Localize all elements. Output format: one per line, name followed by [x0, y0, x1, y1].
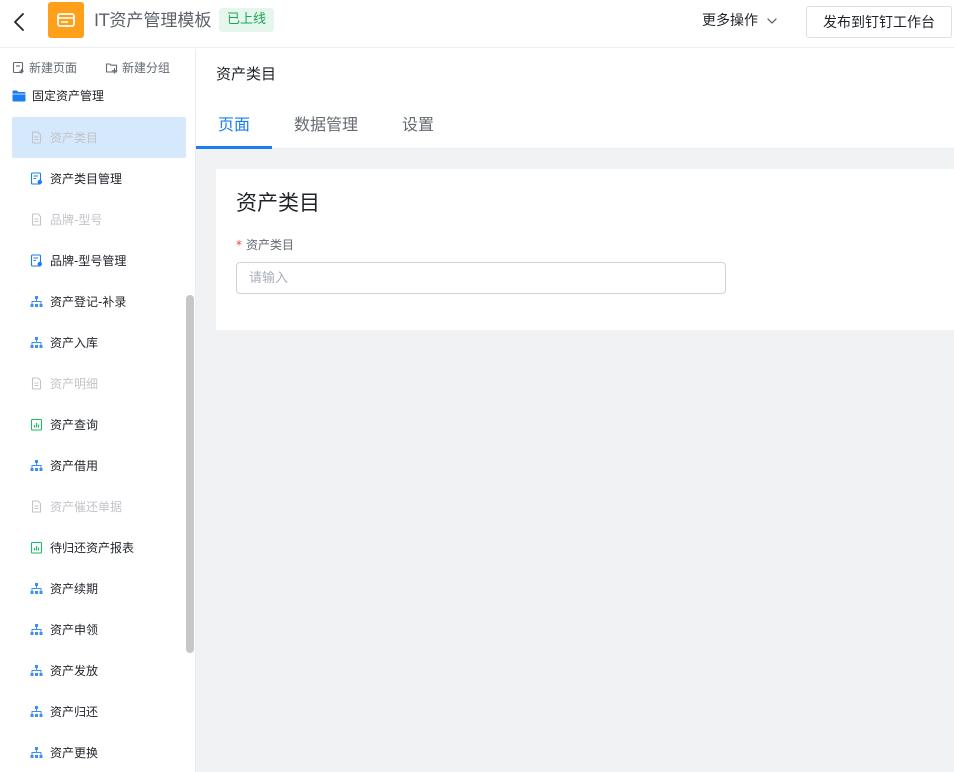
sidebar-item-label: 资产申领	[50, 623, 99, 637]
sidebar-item[interactable]: 待归还资产报表	[12, 527, 186, 568]
app-title: IT资产管理模板	[94, 11, 212, 31]
status-badge: 已上线	[219, 8, 275, 32]
sidebar-item[interactable]: 资产登记-补录	[12, 281, 186, 322]
sidebar-item-label: 资产明细	[50, 377, 99, 391]
sidebar-item[interactable]: 品牌-型号	[12, 199, 186, 240]
app-window-icon	[57, 13, 75, 27]
sidebar-item-label: 资产入库	[50, 336, 99, 350]
doc-icon	[30, 377, 43, 390]
new-page-icon	[12, 61, 24, 74]
tab-page[interactable]: 页面	[196, 105, 273, 149]
sidebar-item-label: 资产登记-补录	[50, 295, 127, 309]
form-title: 资产类目	[236, 191, 320, 215]
tabs: 页面 数据管理 设置	[196, 105, 456, 149]
doc-icon	[30, 213, 43, 226]
doc-icon	[30, 131, 43, 144]
sidebar-scrollbar[interactable]	[186, 295, 194, 653]
sidebar-item[interactable]: 资产入库	[12, 322, 186, 363]
flow-icon	[30, 705, 43, 718]
new-group-label: 新建分组	[122, 61, 171, 75]
tab-settings[interactable]: 设置	[380, 105, 456, 149]
sidebar-item[interactable]: 资产归还	[12, 691, 186, 732]
sidebar-item[interactable]: 资产类目	[12, 117, 186, 158]
sidebar-item[interactable]: 资产类目管理	[12, 158, 186, 199]
sidebar-item-label: 资产借用	[50, 459, 99, 473]
group-title-label: 固定资产管理	[32, 89, 105, 103]
sidebar-item-label: 资产类目管理	[50, 172, 123, 186]
sidebar-item-label: 资产查询	[50, 418, 99, 432]
flow-icon	[30, 746, 43, 759]
sidebar-item-label: 品牌-型号	[50, 213, 103, 227]
chevron-down-icon	[767, 18, 777, 24]
sidebar-item[interactable]: 资产发放	[12, 650, 186, 691]
form-manage-icon	[30, 172, 43, 185]
sidebar-item[interactable]: 资产更换	[12, 732, 186, 772]
nav-list: 资产类目资产类目管理 品牌-型号品牌-型号管理 资产登记-补录 资产入库资产明细资产查…	[12, 117, 186, 772]
new-folder-icon	[105, 63, 118, 74]
form-manage-icon	[30, 254, 43, 267]
top-header: IT资产管理模板 已上线 更多操作 发布到钉钉工作台	[0, 0, 954, 48]
sidebar-item[interactable]: 品牌-型号管理	[12, 240, 186, 281]
new-page-button[interactable]: 新建页面	[12, 59, 77, 76]
sidebar-item[interactable]: 资产续期	[12, 568, 186, 609]
sidebar-item-label: 品牌-型号管理	[50, 254, 127, 268]
more-actions-dropdown[interactable]: 更多操作	[702, 10, 778, 32]
flow-icon	[30, 295, 43, 308]
sidebar: 新建页面 新建分组 固定资产管理 资产类目资产类目管理 品牌-型号品牌-型号管理资…	[0, 49, 196, 772]
sidebar-item[interactable]: 资产催还单据	[12, 486, 186, 527]
sidebar-item[interactable]: 资产明细	[12, 363, 186, 404]
flow-icon	[30, 336, 43, 349]
sidebar-item-label: 资产续期	[50, 582, 99, 596]
report-icon	[30, 418, 43, 431]
more-actions-label: 更多操作	[702, 13, 758, 29]
folder-icon	[12, 90, 26, 101]
main-area: 资产类目 页面 数据管理 设置 资产类目 * 资产类目	[196, 49, 954, 772]
sidebar-item-label: 资产归还	[50, 705, 99, 719]
chevron-left-icon	[14, 13, 24, 31]
flow-icon	[30, 623, 43, 636]
required-mark: *	[236, 238, 242, 252]
back-button[interactable]	[8, 10, 32, 34]
flow-icon	[30, 582, 43, 595]
sidebar-item-label: 资产催还单据	[50, 500, 123, 514]
new-group-button[interactable]: 新建分组	[105, 59, 170, 76]
app-icon	[48, 2, 84, 38]
doc-icon	[30, 500, 43, 513]
main-top-bar: 资产类目 页面 数据管理 设置	[196, 49, 954, 149]
new-page-label: 新建页面	[29, 61, 78, 75]
field-label-text: 资产类目	[246, 238, 295, 252]
sidebar-item-label: 资产类目	[50, 131, 99, 145]
flow-icon	[30, 664, 43, 677]
tab-data-management[interactable]: 数据管理	[272, 105, 380, 149]
group-fixed-assets[interactable]: 固定资产管理	[12, 87, 104, 104]
sidebar-item[interactable]: 资产查询	[12, 404, 186, 445]
field-label: * 资产类目	[236, 237, 294, 253]
sidebar-item-label: 资产发放	[50, 664, 99, 678]
sidebar-item[interactable]: 资产申领	[12, 609, 186, 650]
sidebar-item-label: 资产更换	[50, 746, 99, 760]
publish-button[interactable]: 发布到钉钉工作台	[806, 6, 952, 38]
flow-icon	[30, 459, 43, 472]
page-title: 资产类目	[216, 65, 277, 83]
asset-category-input[interactable]	[236, 262, 726, 294]
form-card: 资产类目 * 资产类目	[216, 169, 954, 330]
sidebar-actions: 新建页面 新建分组	[12, 59, 170, 76]
report-icon	[30, 541, 43, 554]
sidebar-item-label: 待归还资产报表	[50, 541, 135, 555]
sidebar-item[interactable]: 资产借用	[12, 445, 186, 486]
